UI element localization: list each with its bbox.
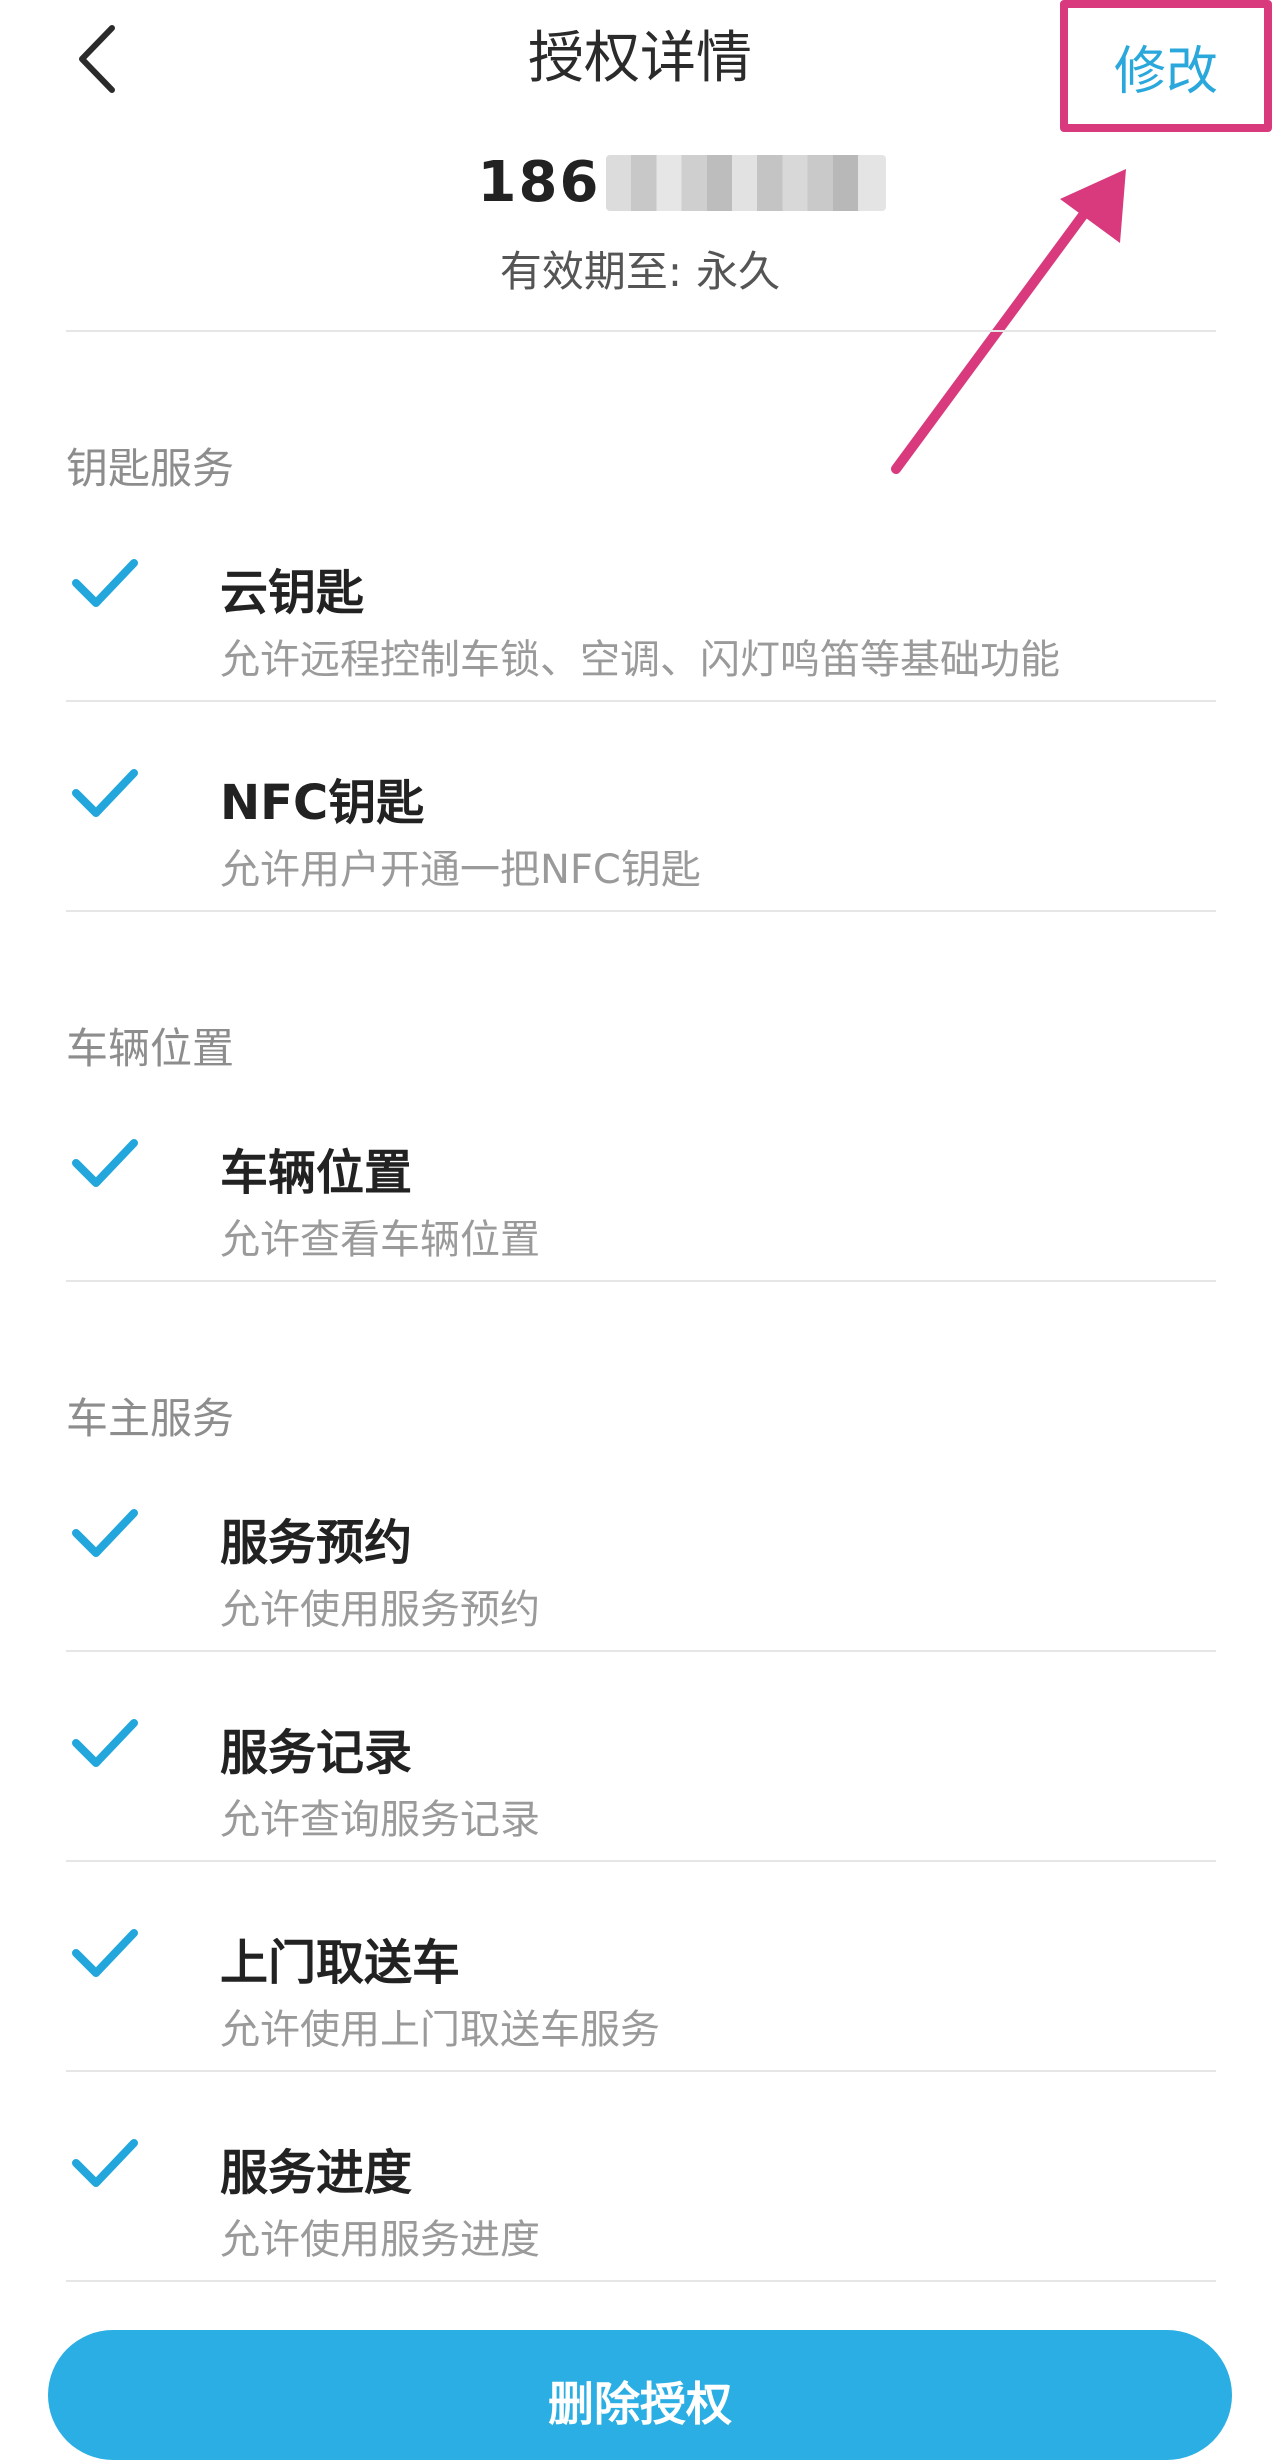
- permission-desc-pickup-delivery: 允许使用上门取送车服务: [220, 2007, 660, 2053]
- phone-number-mask: [606, 154, 887, 211]
- check-icon[interactable]: [70, 1507, 140, 1559]
- divider: [66, 700, 1216, 702]
- delete-authorization-button[interactable]: 删除授权: [48, 2330, 1232, 2460]
- permission-title-service-records: 服务记录: [220, 1725, 413, 1781]
- section-title-vehicle-location: 车辆位置: [66, 1024, 235, 1073]
- divider: [66, 910, 1216, 912]
- permission-title-service-booking: 服务预约: [220, 1515, 413, 1571]
- account-phone: 186: [0, 150, 1280, 230]
- check-icon[interactable]: [70, 1717, 140, 1769]
- permission-desc-service-progress: 允许使用服务进度: [220, 2217, 540, 2263]
- permission-desc-service-records: 允许查询服务记录: [220, 1797, 540, 1843]
- section-title-key-services: 钥匙服务: [66, 444, 235, 493]
- permission-desc-vehicle-location: 允许查看车辆位置: [220, 1217, 540, 1263]
- permission-title-pickup-delivery: 上门取送车: [220, 1935, 461, 1991]
- check-icon[interactable]: [70, 1137, 140, 1189]
- permission-desc-nfc-key: 允许用户开通一把NFC钥匙: [220, 847, 701, 893]
- phone-number-prefix: 186: [477, 150, 601, 215]
- modify-button-label: 修改: [1113, 41, 1218, 102]
- check-icon[interactable]: [70, 1927, 140, 1979]
- validity-value: 永久: [696, 247, 781, 296]
- section-title-owner-services: 车主服务: [66, 1394, 235, 1443]
- permission-title-service-progress: 服务进度: [220, 2145, 413, 2201]
- divider: [66, 2070, 1216, 2072]
- check-icon[interactable]: [70, 767, 140, 819]
- validity-line: 有效期至: 永久: [0, 238, 1280, 299]
- divider: [66, 1650, 1216, 1652]
- validity-label: 有效期至:: [499, 247, 683, 296]
- modify-button[interactable]: 修改: [1060, 0, 1272, 132]
- delete-authorization-label: 删除授权: [548, 2377, 732, 2431]
- divider: [66, 1280, 1216, 1282]
- check-icon[interactable]: [70, 557, 140, 609]
- permission-title-cloud-key: 云钥匙: [220, 565, 365, 621]
- permission-desc-cloud-key: 允许远程控制车锁、空调、闪灯鸣笛等基础功能: [220, 637, 1060, 683]
- divider: [66, 1860, 1216, 1862]
- permission-title-vehicle-location: 车辆位置: [220, 1145, 413, 1201]
- permission-desc-service-booking: 允许使用服务预约: [220, 1587, 540, 1633]
- divider: [66, 330, 1216, 332]
- divider: [66, 2280, 1216, 2282]
- check-icon[interactable]: [70, 2137, 140, 2189]
- permission-title-nfc-key: NFC钥匙: [220, 775, 425, 831]
